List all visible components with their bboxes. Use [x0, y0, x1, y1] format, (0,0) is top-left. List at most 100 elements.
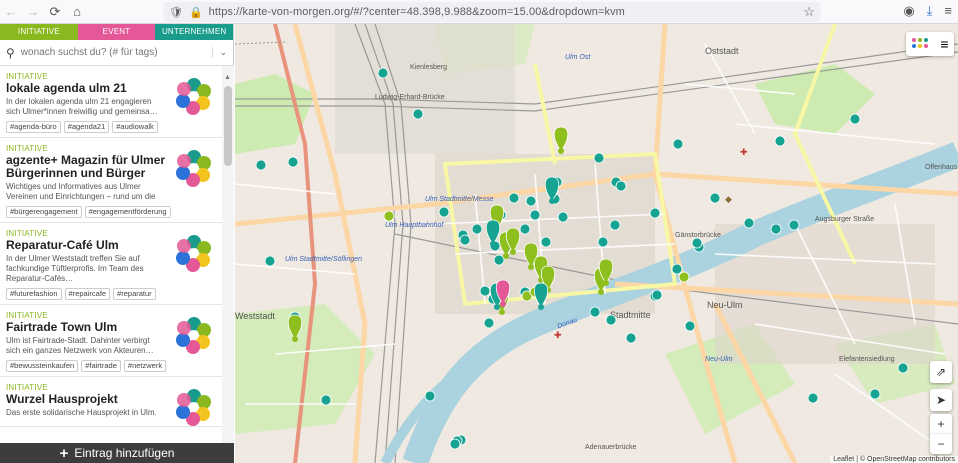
- company-marker[interactable]: [743, 217, 755, 229]
- initiative-pin-base: [292, 336, 298, 342]
- company-marker[interactable]: [508, 192, 520, 204]
- hamburger-menu-icon[interactable]: ≡: [940, 36, 948, 52]
- scroll-up-icon[interactable]: ▲: [224, 74, 231, 81]
- company-marker[interactable]: [525, 195, 537, 207]
- company-marker[interactable]: [709, 192, 721, 204]
- company-marker[interactable]: [424, 390, 436, 402]
- bookmark-star-icon[interactable]: ☆: [803, 4, 815, 20]
- company-marker[interactable]: [412, 108, 424, 120]
- company-marker[interactable]: [459, 234, 471, 246]
- initiative-pin-base: [503, 253, 509, 259]
- company-marker[interactable]: [609, 219, 621, 231]
- zoom-out-button[interactable]: −: [930, 434, 952, 454]
- layer-control[interactable]: ≡: [906, 32, 954, 56]
- tag[interactable]: #bewussteinkaufen: [6, 360, 79, 372]
- address-bar[interactable]: 🛡 🔒 https://karte-von-morgen.org/#/?cent…: [163, 2, 821, 22]
- map[interactable]: Oststadt Weststadt Stadtmitte Neu-Ulm Ul…: [235, 24, 958, 463]
- tag[interactable]: #engagementförderung: [84, 206, 171, 218]
- company-marker[interactable]: [672, 138, 684, 150]
- company-pin[interactable]: [533, 282, 549, 308]
- entry-list: INITIATIVE lokale agenda ulm 21 In der lok…: [0, 66, 222, 444]
- company-marker[interactable]: [540, 236, 552, 248]
- company-marker[interactable]: [519, 223, 531, 235]
- company-marker[interactable]: [483, 317, 495, 329]
- company-marker[interactable]: [684, 320, 696, 332]
- entry-title[interactable]: Wurzel Hausprojekt: [6, 393, 166, 406]
- tab-company[interactable]: UNTERNEHMEN: [155, 24, 234, 40]
- company-marker[interactable]: [849, 113, 861, 125]
- company-marker[interactable]: [897, 362, 909, 374]
- initiative-marker[interactable]: [678, 271, 690, 283]
- zoom-in-button[interactable]: +: [930, 414, 952, 434]
- tag[interactable]: #futurefashion: [6, 288, 62, 300]
- list-item[interactable]: INITIATIVE Reparatur-Café Ulm In der Ulmer…: [0, 223, 222, 305]
- back-icon[interactable]: ←: [0, 1, 22, 23]
- company-marker[interactable]: [493, 254, 505, 266]
- entry-title[interactable]: agzente+ Magazin für Ulmer Bürgerinnen u…: [6, 154, 166, 180]
- company-marker[interactable]: [770, 223, 782, 235]
- tag[interactable]: #fairtrade: [81, 360, 121, 372]
- company-marker[interactable]: [255, 159, 267, 171]
- company-marker[interactable]: [438, 206, 450, 218]
- tab-initiative[interactable]: INITIATIVE: [0, 24, 78, 40]
- add-entry-button[interactable]: + Eintrag hinzufügen: [0, 443, 234, 463]
- locate-button[interactable]: ➤: [930, 389, 952, 411]
- lock-icon[interactable]: 🔒: [189, 6, 203, 19]
- tag[interactable]: #agenda-büro: [6, 121, 61, 133]
- tab-event[interactable]: EVENT: [77, 24, 156, 40]
- company-marker[interactable]: [557, 211, 569, 223]
- company-marker[interactable]: [625, 332, 637, 344]
- menu-icon[interactable]: ≡: [944, 3, 952, 19]
- home-icon[interactable]: ⌂: [66, 1, 88, 23]
- search-input[interactable]: [20, 47, 207, 58]
- download-icon[interactable]: ⤓: [927, 3, 933, 19]
- company-marker[interactable]: [671, 263, 683, 275]
- company-marker[interactable]: [320, 394, 332, 406]
- initiative-marker[interactable]: [383, 210, 395, 222]
- company-marker[interactable]: [691, 237, 703, 249]
- company-marker[interactable]: [615, 180, 627, 192]
- reload-icon[interactable]: ⟳: [44, 1, 66, 23]
- company-marker[interactable]: [264, 255, 276, 267]
- company-marker[interactable]: [807, 392, 819, 404]
- company-marker[interactable]: [788, 219, 800, 231]
- company-marker[interactable]: [774, 135, 786, 147]
- entry-title[interactable]: Fairtrade Town Ulm: [6, 321, 166, 334]
- scrollbar-thumb[interactable]: [224, 86, 232, 166]
- company-marker[interactable]: [597, 236, 609, 248]
- share-button[interactable]: ⇗: [930, 361, 952, 383]
- shield-icon[interactable]: 🛡: [169, 6, 183, 19]
- initiative-pin-base: [598, 289, 604, 295]
- entry-title[interactable]: Reparatur-Café Ulm: [6, 239, 166, 252]
- company-marker[interactable]: [605, 314, 617, 326]
- list-item[interactable]: INITIATIVE Wurzel Hausprojekt Das erste so…: [0, 377, 222, 427]
- company-pin[interactable]: [485, 219, 501, 245]
- tag[interactable]: #netzwerk: [123, 360, 167, 372]
- company-marker[interactable]: [287, 156, 299, 168]
- company-marker[interactable]: [649, 207, 661, 219]
- entry-description: Ulm ist Fairtrade-Stadt. Dahinter verbir…: [6, 336, 154, 355]
- list-item[interactable]: INITIATIVE Fairtrade Town Ulm Ulm ist Fair…: [0, 305, 222, 377]
- initiative-pin[interactable]: [287, 314, 303, 340]
- company-marker[interactable]: [869, 388, 881, 400]
- tag[interactable]: #repaircafe: [64, 288, 111, 300]
- tag[interactable]: #reparatur: [113, 288, 156, 300]
- company-marker[interactable]: [471, 223, 483, 235]
- pocket-icon[interactable]: ◉: [903, 3, 914, 19]
- forward-icon[interactable]: →: [22, 1, 44, 23]
- list-item[interactable]: INITIATIVE lokale agenda ulm 21 In der lok…: [0, 66, 222, 138]
- company-marker[interactable]: [593, 152, 605, 164]
- company-marker[interactable]: [589, 306, 601, 318]
- chevron-down-icon[interactable]: ⌄: [212, 47, 227, 58]
- company-marker[interactable]: [651, 289, 663, 301]
- company-marker[interactable]: [529, 209, 541, 221]
- tag[interactable]: #audiowalk: [112, 121, 158, 133]
- entry-title[interactable]: lokale agenda ulm 21: [6, 82, 166, 95]
- tag[interactable]: #bürgerengagement: [6, 206, 82, 218]
- initiative-pin[interactable]: [553, 126, 569, 152]
- tag[interactable]: #agenda21: [63, 121, 110, 133]
- list-item[interactable]: INITIATIVE agzente+ Magazin für Ulmer Bür…: [0, 138, 222, 223]
- company-marker[interactable]: [479, 285, 491, 297]
- company-marker[interactable]: [449, 438, 461, 450]
- company-marker[interactable]: [377, 67, 389, 79]
